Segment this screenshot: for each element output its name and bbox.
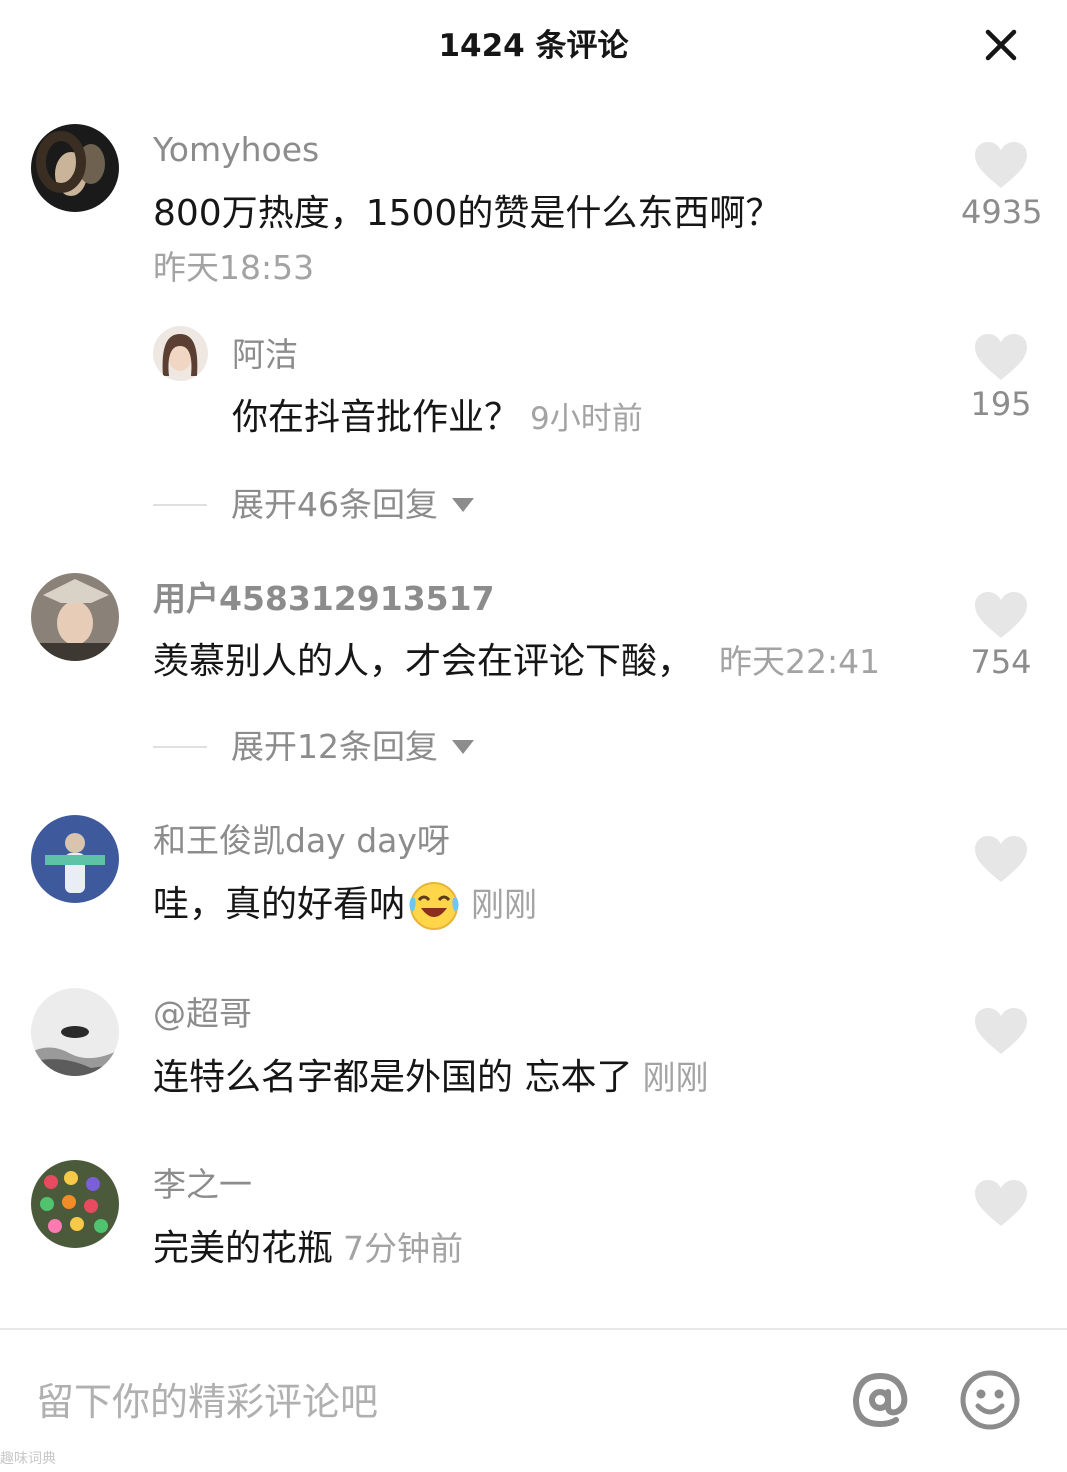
- divider-line: [153, 746, 207, 748]
- comment-text-row: 连特么名字都是外国的 忘本了 刚刚: [153, 1054, 708, 1102]
- heart-icon: [975, 1180, 1027, 1226]
- avatar[interactable]: [31, 815, 119, 903]
- comment-text-row: 羡慕别人的人，才会在评论下酸， 昨天22:41: [153, 638, 880, 686]
- avatar[interactable]: [31, 573, 119, 661]
- comment-text-row: 哇，真的好看呐 刚刚: [153, 880, 537, 930]
- comment-timestamp: 昨天22:41: [719, 642, 881, 681]
- like-button[interactable]: 4935: [961, 142, 1043, 234]
- reply-avatar[interactable]: [153, 326, 208, 381]
- smiley-icon: [960, 1370, 1020, 1430]
- comment-text: 连特么名字都是外国的 忘本了: [153, 1057, 633, 1098]
- comment-username[interactable]: @超哥: [153, 992, 252, 1036]
- comment-text: 800万热度，1500的赞是什么东西啊？: [153, 193, 782, 234]
- reply-like-button[interactable]: 195: [961, 334, 1041, 426]
- comment-count-title: 1424 条评论: [438, 28, 629, 64]
- like-button[interactable]: [961, 836, 1041, 884]
- comment-timestamp: 昨天18:53: [153, 248, 315, 287]
- heart-icon: [975, 836, 1027, 882]
- avatar[interactable]: [31, 1160, 119, 1248]
- heart-icon: [975, 334, 1027, 380]
- emoji-button[interactable]: [958, 1368, 1022, 1432]
- like-button[interactable]: [961, 1008, 1041, 1056]
- heart-icon: [975, 592, 1027, 638]
- like-button[interactable]: [961, 1180, 1041, 1228]
- caret-down-icon: [452, 498, 474, 512]
- reply-text: 你在抖音批作业？: [232, 397, 521, 438]
- expand-replies-button[interactable]: 展开12条回复: [153, 725, 474, 769]
- close-button[interactable]: [978, 22, 1024, 68]
- reply-timestamp: 9小时前: [530, 401, 643, 437]
- expand-replies-label: 展开12条回复: [231, 727, 438, 766]
- comment-username[interactable]: 和王俊凯day day呀: [153, 819, 450, 863]
- comment-text: 完美的花瓶: [153, 1228, 334, 1269]
- expand-replies-button[interactable]: 展开46条回复: [153, 483, 474, 527]
- at-icon: [852, 1372, 908, 1428]
- comment-text: 羡慕别人的人，才会在评论下酸，: [153, 641, 694, 682]
- footer-divider: [0, 1328, 1067, 1330]
- heart-icon: [975, 142, 1027, 188]
- like-count: 195: [970, 385, 1032, 423]
- avatar[interactable]: [31, 988, 119, 1076]
- divider-line: [153, 504, 207, 506]
- avatar[interactable]: [31, 124, 119, 212]
- comment-timestamp: 刚刚: [471, 885, 538, 924]
- comment-username[interactable]: 用户458312913517: [153, 577, 495, 621]
- caret-down-icon: [452, 740, 474, 754]
- comment-text: 哇，真的好看呐: [153, 884, 406, 925]
- heart-icon: [975, 1008, 1027, 1054]
- like-button[interactable]: 754: [961, 592, 1041, 684]
- comment-timestamp: 7分钟前: [343, 1229, 464, 1268]
- laugh-cry-emoji-icon: [409, 882, 459, 930]
- mention-button[interactable]: [848, 1368, 912, 1432]
- close-icon: [985, 29, 1017, 61]
- comment-username[interactable]: 李之一: [153, 1163, 252, 1207]
- expand-replies-label: 展开46条回复: [231, 485, 438, 524]
- watermark: 趣味词典: [0, 1451, 56, 1467]
- comment-text-row: 完美的花瓶 7分钟前: [153, 1225, 463, 1273]
- like-count: 4935: [961, 193, 1043, 231]
- reply-text-row: 你在抖音批作业？ 9小时前: [232, 394, 643, 443]
- reply-username[interactable]: 阿洁: [232, 333, 298, 377]
- comment-input[interactable]: [34, 1376, 798, 1428]
- comment-timestamp: 刚刚: [642, 1058, 709, 1097]
- like-count: 754: [970, 643, 1032, 681]
- comment-username[interactable]: Yomyhoes: [153, 128, 319, 172]
